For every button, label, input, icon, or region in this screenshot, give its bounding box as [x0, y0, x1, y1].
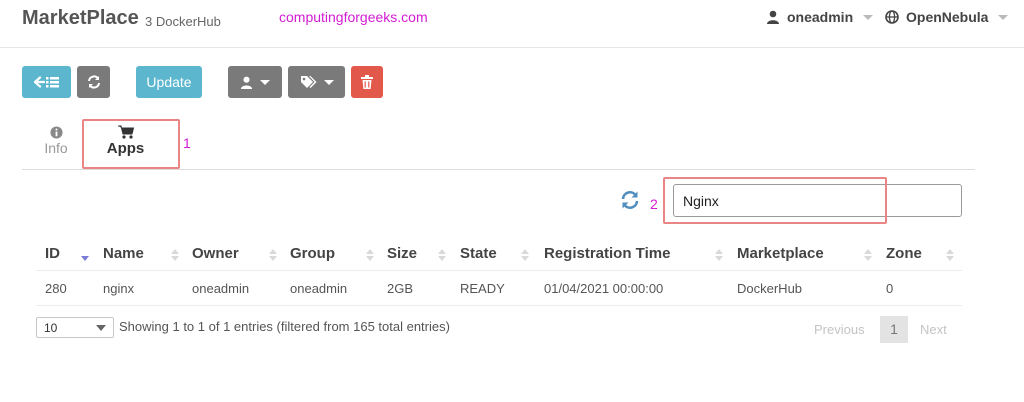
- sort-icon: [269, 249, 277, 261]
- column-header-name[interactable]: Name: [103, 245, 144, 262]
- column-header-size[interactable]: Size: [387, 245, 417, 262]
- globe-icon: [885, 10, 899, 24]
- refresh-icon: [87, 75, 100, 89]
- sort-icon: [366, 249, 374, 261]
- labels-button[interactable]: [288, 66, 345, 98]
- chevron-down-icon: [998, 14, 1009, 20]
- user-icon: [240, 76, 253, 89]
- tab-info-label: Info: [44, 140, 68, 156]
- chevron-down-icon: [96, 325, 106, 331]
- top-header: MarketPlace 3 DockerHub computingforgeek…: [0, 0, 1024, 48]
- cell-size: 2GB: [387, 281, 414, 296]
- zone-name: OpenNebula: [906, 9, 989, 25]
- chevron-down-icon: [863, 14, 874, 20]
- cell-owner: oneadmin: [192, 281, 250, 296]
- delete-button[interactable]: [351, 66, 383, 98]
- watermark-text: computingforgeeks.com: [279, 9, 428, 25]
- annotation-box-apps: [82, 119, 180, 169]
- update-button[interactable]: Update: [136, 66, 202, 98]
- table-header-divider: [36, 270, 962, 271]
- change-owner-button[interactable]: [228, 66, 282, 98]
- refresh-button[interactable]: [77, 66, 110, 98]
- page-title: MarketPlace: [22, 7, 139, 29]
- info-icon: [49, 126, 63, 139]
- tab-info[interactable]: Info: [40, 126, 72, 156]
- page-size-select[interactable]: 10: [36, 317, 114, 338]
- cell-id: 280: [45, 281, 67, 296]
- cell-zone: 0: [886, 281, 894, 296]
- annotation-marker-2: 2: [650, 196, 658, 212]
- annotation-marker-1: 1: [183, 135, 191, 151]
- column-header-state[interactable]: State: [460, 245, 497, 262]
- annotation-box-search: [663, 177, 887, 224]
- chevron-down-icon: [323, 79, 334, 85]
- cell-name: nginx: [103, 281, 135, 296]
- column-header-id[interactable]: ID: [45, 245, 60, 262]
- sort-icon: [946, 249, 954, 261]
- tabs-divider: [22, 169, 975, 170]
- pagination-page-1[interactable]: 1: [880, 316, 908, 343]
- tags-icon: [300, 76, 316, 88]
- chevron-down-icon: [260, 79, 270, 85]
- cell-registration-time: 01/04/2021 00:00:00: [544, 281, 664, 296]
- sort-desc-icon: [81, 256, 89, 261]
- column-header-owner[interactable]: Owner: [192, 245, 239, 262]
- back-to-list-button[interactable]: [22, 66, 71, 98]
- pagination-previous[interactable]: Previous: [814, 322, 865, 337]
- entries-info: Showing 1 to 1 of 1 entries (filtered fr…: [119, 319, 450, 334]
- pagination-next[interactable]: Next: [920, 322, 947, 337]
- cell-state: READY: [460, 281, 505, 296]
- column-header-marketplace[interactable]: Marketplace: [737, 245, 824, 262]
- column-header-group[interactable]: Group: [290, 245, 335, 262]
- sort-icon: [438, 249, 446, 261]
- sort-icon: [864, 249, 872, 261]
- sort-icon: [715, 249, 723, 261]
- page-size-value: 10: [44, 321, 58, 335]
- back-to-list-icon: [33, 76, 59, 88]
- trash-icon: [361, 75, 373, 89]
- user-menu[interactable]: oneadmin: [766, 9, 874, 25]
- column-header-registration-time[interactable]: Registration Time: [544, 245, 670, 262]
- zone-menu[interactable]: OpenNebula: [885, 9, 1009, 25]
- sort-icon: [521, 249, 529, 261]
- table-row-divider: [36, 305, 962, 306]
- user-name: oneadmin: [787, 9, 854, 25]
- user-icon: [767, 10, 779, 24]
- marketplace-subtitle: 3 DockerHub: [145, 14, 221, 29]
- column-header-zone[interactable]: Zone: [886, 245, 922, 262]
- refresh-icon[interactable]: [620, 190, 640, 210]
- cell-marketplace: DockerHub: [737, 281, 803, 296]
- sort-icon: [171, 249, 179, 261]
- cell-group: oneadmin: [290, 281, 348, 296]
